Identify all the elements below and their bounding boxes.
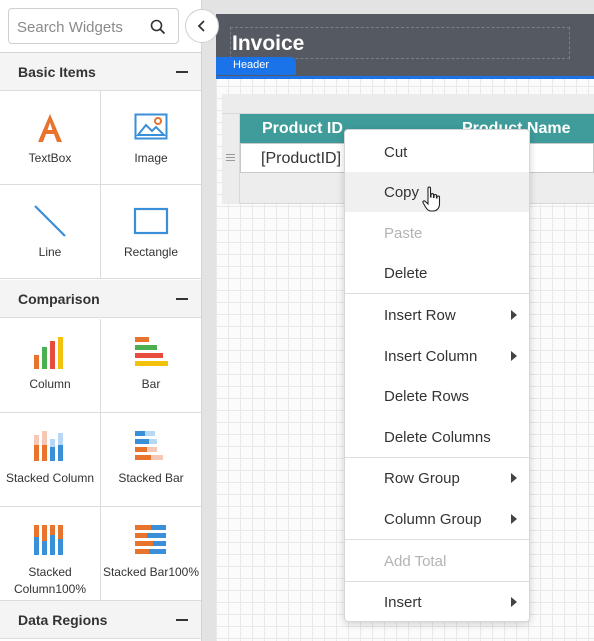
band-separator	[216, 76, 594, 79]
menu-item-cut[interactable]: Cut	[345, 132, 529, 172]
collapse-section-icon[interactable]	[176, 71, 188, 73]
widget-label: Bar	[141, 377, 161, 391]
menu-item-insert[interactable]: Insert	[345, 582, 529, 622]
submenu-arrow-icon	[511, 310, 517, 320]
section-title: Data Regions	[18, 612, 108, 628]
search-box[interactable]	[8, 8, 179, 44]
search-input[interactable]	[17, 17, 149, 37]
rectangle-icon	[133, 207, 169, 235]
column-handles[interactable]	[222, 94, 594, 114]
stacked-column-100-icon	[34, 525, 63, 555]
menu-item-label: Delete Columns	[384, 429, 491, 446]
menu-item-label: Paste	[384, 225, 423, 242]
widget-column[interactable]: Column	[0, 319, 101, 413]
widget-label: Stacked Column	[5, 471, 95, 485]
widget-image[interactable]: Image	[101, 91, 201, 185]
menu-item-label: Cut	[384, 144, 408, 161]
widget-bar[interactable]: Bar	[101, 319, 201, 413]
widget-label: Image	[134, 151, 168, 165]
stacked-bar-100-icon	[135, 525, 166, 554]
menu-item-label: Insert Row	[384, 307, 456, 324]
menu-item-paste: Paste	[345, 213, 529, 253]
column-chart-icon	[34, 337, 63, 369]
menu-item-label: Row Group	[384, 470, 460, 487]
menu-item-delete-columns[interactable]: Delete Columns	[345, 417, 529, 457]
bar-chart-icon	[135, 337, 168, 366]
menu-item-label: Column Group	[384, 511, 482, 528]
collapse-section-icon[interactable]	[176, 298, 188, 300]
band-label: Header	[216, 57, 296, 75]
submenu-arrow-icon	[511, 473, 517, 483]
menu-item-label: Copy	[384, 184, 420, 201]
submenu-arrow-icon	[511, 514, 517, 524]
widget-line[interactable]: Line	[0, 185, 101, 279]
widget-label: TextBox	[28, 151, 72, 165]
widget-label: Stacked Bar100%	[102, 565, 200, 579]
menu-item-insert-column[interactable]: Insert Column	[345, 336, 529, 376]
widget-label: Rectangle	[123, 245, 179, 259]
section-data-regions[interactable]: Data Regions	[0, 601, 201, 639]
report-title[interactable]: Invoice	[232, 32, 304, 56]
menu-item-add-total: Add Total	[345, 541, 529, 581]
section-comparison[interactable]: Comparison	[0, 280, 201, 318]
stacked-bar-chart-icon	[135, 431, 163, 460]
section-title: Comparison	[18, 291, 100, 307]
line-icon	[34, 205, 66, 237]
widget-textbox[interactable]: TextBox	[0, 91, 101, 185]
widget-panel: Basic Items TextBox Image Line Rectangle…	[0, 0, 202, 641]
menu-item-column-group[interactable]: Column Group	[345, 499, 529, 539]
chevron-left-icon	[197, 20, 205, 32]
menu-item-row-group[interactable]: Row Group	[345, 458, 529, 498]
menu-item-label: Delete Rows	[384, 388, 470, 405]
menu-separator	[345, 539, 529, 540]
collapse-panel-button[interactable]	[185, 9, 219, 43]
widget-label: Stacked Column100%	[13, 565, 87, 596]
widget-stacked-column-100[interactable]: Stacked Column100%	[0, 507, 101, 601]
menu-item-insert-row[interactable]: Insert Row	[345, 295, 529, 335]
menu-item-delete[interactable]: Delete	[345, 253, 529, 293]
widget-stacked-bar[interactable]: Stacked Bar	[101, 413, 201, 507]
hand-cursor-icon	[422, 186, 441, 212]
stacked-column-chart-icon	[34, 431, 63, 461]
menu-item-delete-rows[interactable]: Delete Rows	[345, 376, 529, 416]
search-icon[interactable]	[150, 19, 166, 35]
section-basic-items[interactable]: Basic Items	[0, 53, 201, 91]
image-icon	[134, 113, 168, 140]
widget-stacked-bar-100[interactable]: Stacked Bar100%	[101, 507, 201, 601]
submenu-arrow-icon	[511, 351, 517, 361]
widget-stacked-column[interactable]: Stacked Column	[0, 413, 101, 507]
menu-item-label: Delete	[384, 265, 428, 282]
widget-label: Line	[38, 245, 62, 259]
menu-item-label: Add Total	[384, 553, 447, 570]
widget-label: Stacked Bar	[118, 471, 184, 485]
textbox-icon	[38, 114, 62, 142]
submenu-arrow-icon	[511, 597, 517, 607]
widget-label: Column	[29, 377, 71, 391]
drag-handle-icon[interactable]	[226, 154, 235, 161]
menu-item-label: Insert Column	[384, 348, 478, 365]
menu-item-label: Insert	[384, 594, 422, 611]
menu-separator	[345, 293, 529, 294]
widget-rectangle[interactable]: Rectangle	[101, 185, 201, 279]
collapse-section-icon[interactable]	[176, 619, 188, 621]
section-title: Basic Items	[18, 64, 96, 80]
